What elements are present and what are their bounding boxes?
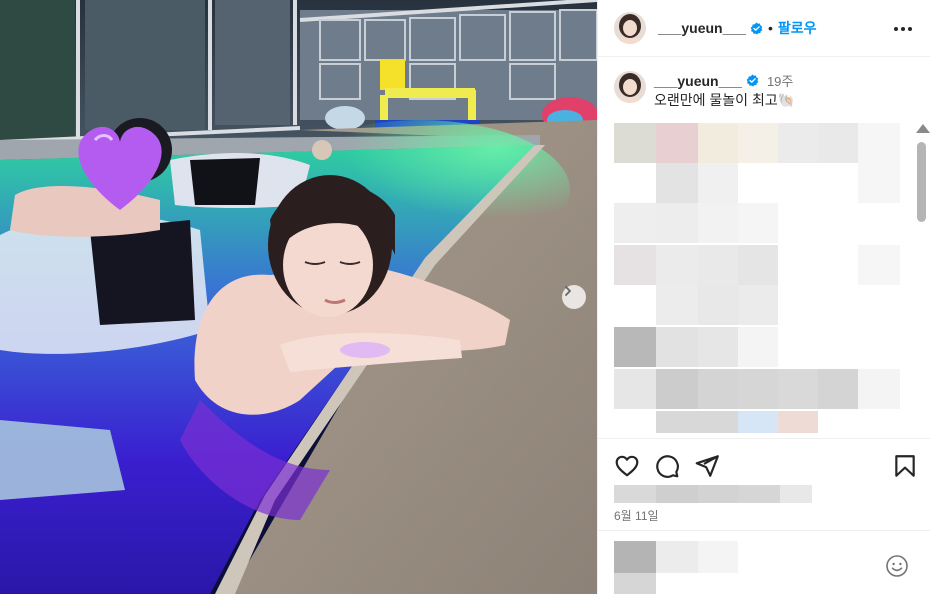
- more-options-icon: [894, 27, 912, 31]
- chevron-right-icon: [565, 286, 571, 296]
- post-date[interactable]: 6월 11일: [614, 507, 659, 524]
- comment-button[interactable]: [654, 453, 680, 479]
- blurred-comments: [614, 123, 904, 433]
- comment-icon: [656, 455, 679, 478]
- caption-time[interactable]: 19주: [767, 71, 793, 90]
- caption-header: ___yueun___ 19주: [654, 71, 793, 90]
- more-options-button[interactable]: [891, 17, 915, 41]
- scrollbar-thumb[interactable]: [917, 142, 926, 222]
- like-button[interactable]: [614, 453, 640, 479]
- verified-badge-icon: [746, 74, 759, 87]
- emoji-icon: [886, 555, 908, 577]
- emoji-button[interactable]: [885, 554, 909, 578]
- caption-body: 오랜만에 물놀이 최고: [654, 92, 778, 108]
- verified-badge-icon: [750, 21, 763, 35]
- send-icon: [695, 455, 719, 477]
- avatar[interactable]: [614, 12, 646, 44]
- caption-text: 오랜만에 물놀이 최고🐚: [654, 90, 795, 110]
- heart-icon: [615, 455, 639, 477]
- follow-button[interactable]: 팔로우: [778, 18, 817, 38]
- caption-username[interactable]: ___yueun___: [654, 73, 742, 89]
- caption-avatar[interactable]: [614, 71, 646, 103]
- post-header: ___yueun___ • 팔로우: [598, 0, 930, 57]
- bookmark-icon: [895, 455, 915, 477]
- header-username[interactable]: ___yueun___: [658, 20, 746, 36]
- post-media[interactable]: [0, 0, 597, 594]
- shell-emoji: 🐚: [777, 92, 796, 108]
- pool-photo: [0, 0, 597, 594]
- separator-dot: •: [767, 20, 773, 36]
- post-side-panel: ___yueun___ • 팔로우 ___yueun___ 19주 오랜만에 물…: [597, 0, 930, 594]
- share-button[interactable]: [694, 453, 720, 479]
- scroll-up-arrow[interactable]: [916, 124, 930, 133]
- comments-scrollbar[interactable]: [914, 122, 930, 438]
- next-image-button[interactable]: [562, 285, 586, 309]
- save-button[interactable]: [892, 453, 918, 479]
- comments-section: ___yueun___ 19주 오랜만에 물놀이 최고🐚: [598, 58, 930, 438]
- add-comment-area: [598, 530, 930, 594]
